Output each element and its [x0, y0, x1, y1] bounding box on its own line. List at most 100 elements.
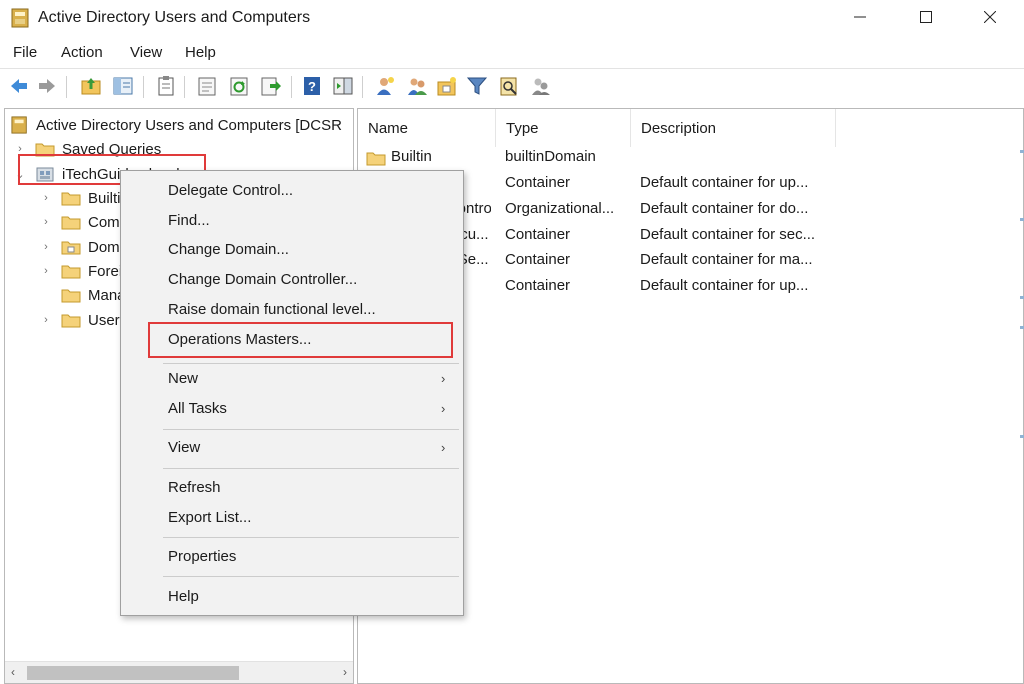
back-arrow-icon[interactable] — [8, 75, 30, 97]
ou-folder-icon — [61, 241, 81, 255]
chevron-right-icon[interactable]: › — [39, 191, 53, 205]
menu-item-label: Operations Masters... — [168, 331, 312, 348]
edge-marker — [1020, 296, 1024, 299]
menu-item-view[interactable]: View › — [121, 435, 463, 461]
menu-separator — [163, 363, 459, 364]
chevron-right-icon[interactable]: › — [13, 142, 27, 156]
menu-item-all-tasks[interactable]: All Tasks › — [121, 396, 463, 422]
row-description: Default container for sec... — [640, 226, 816, 243]
scroll-left-icon[interactable]: ‹ — [11, 665, 15, 679]
scrollbar-thumb[interactable] — [27, 666, 239, 680]
chevron-right-icon[interactable]: › — [39, 313, 53, 327]
row-type: Container — [505, 277, 571, 294]
title-bar: Active Directory Users and Computers — [0, 0, 1024, 38]
menu-item-find[interactable]: Find... — [121, 208, 463, 234]
folder-icon — [35, 143, 55, 157]
horizontal-scrollbar[interactable]: ‹ › — [5, 661, 353, 683]
chevron-right-icon: › — [441, 440, 446, 455]
menu-item-help[interactable]: Help — [121, 584, 463, 610]
chevron-right-icon[interactable]: › — [39, 215, 53, 229]
menu-item-label: Help — [168, 588, 199, 605]
maximize-icon — [920, 11, 932, 23]
toolbar-separator — [143, 76, 144, 98]
action-pane-icon[interactable] — [332, 75, 354, 97]
toolbar: ? — [0, 68, 1024, 104]
new-user-icon[interactable] — [374, 75, 396, 97]
chevron-right-icon[interactable]: › — [39, 240, 53, 254]
menu-item-label: Export List... — [168, 509, 252, 526]
edge-marker — [1020, 218, 1024, 221]
menu-item-label: All Tasks — [168, 400, 227, 417]
toolbar-separator — [291, 76, 292, 98]
folder-icon — [61, 192, 81, 206]
close-button[interactable] — [960, 0, 1020, 34]
menu-item-label: Change Domain Controller... — [168, 271, 358, 288]
column-header-description[interactable]: Description — [631, 109, 836, 147]
column-header-name[interactable]: Name — [358, 109, 496, 147]
filter-icon[interactable] — [466, 75, 488, 97]
menu-item-export-list[interactable]: Export List... — [121, 505, 463, 531]
aduc-window: Active Directory Users and Computers Fil… — [0, 0, 1024, 684]
menu-item-change-domain-controller[interactable]: Change Domain Controller... — [121, 267, 463, 293]
new-ou-icon[interactable] — [436, 75, 458, 97]
edge-marker — [1020, 435, 1024, 438]
menu-file[interactable]: File — [13, 44, 37, 61]
row-description: Default container for up... — [640, 277, 809, 294]
domain-icon — [36, 167, 54, 182]
add-to-group-icon[interactable] — [530, 75, 552, 97]
menu-separator — [163, 576, 459, 577]
menu-item-delegate-control[interactable]: Delegate Control... — [121, 178, 463, 204]
menu-item-operations-masters[interactable]: Operations Masters... — [121, 327, 463, 353]
minimize-icon — [854, 16, 866, 18]
properties-icon[interactable] — [196, 75, 218, 97]
tree-root[interactable]: Active Directory Users and Computers [DC… — [11, 113, 342, 137]
list-row[interactable]: Builtin builtinDomain — [358, 145, 1023, 171]
menu-item-label: Delegate Control... — [168, 182, 294, 199]
app-icon — [11, 8, 29, 28]
menu-separator — [163, 429, 459, 430]
tree-item-saved-queries[interactable]: › Saved Queries — [13, 137, 161, 161]
menu-item-change-domain[interactable]: Change Domain... — [121, 237, 463, 263]
column-header-type[interactable]: Type — [496, 109, 631, 147]
show-hide-tree-icon[interactable] — [112, 75, 134, 97]
menu-item-properties[interactable]: Properties — [121, 544, 463, 570]
menu-item-refresh[interactable]: Refresh — [121, 475, 463, 501]
toolbar-separator — [66, 76, 67, 98]
window-title: Active Directory Users and Computers — [38, 9, 311, 26]
row-type: builtinDomain — [505, 148, 596, 165]
menu-separator — [163, 537, 459, 538]
menu-item-label: Change Domain... — [168, 241, 289, 258]
context-menu: Delegate Control... Find... Change Domai… — [120, 170, 464, 616]
chevron-right-icon: › — [441, 401, 446, 416]
menu-item-label: New — [168, 370, 199, 387]
menu-item-raise-functional-level[interactable]: Raise domain functional level... — [121, 297, 463, 323]
maximize-button[interactable] — [896, 0, 956, 34]
export-list-icon[interactable] — [260, 75, 282, 97]
tree-item-builtin[interactable]: › Builtin — [39, 186, 129, 210]
close-icon — [984, 11, 996, 23]
chevron-down-icon[interactable]: ⌄ — [13, 167, 27, 181]
menu-view[interactable]: View — [130, 44, 162, 61]
menu-item-new[interactable]: New › — [121, 366, 463, 392]
refresh-icon[interactable] — [228, 75, 250, 97]
minimize-button[interactable] — [830, 0, 890, 34]
chevron-right-icon: › — [441, 371, 446, 386]
toolbar-separator — [184, 76, 185, 98]
menu-bar: File Action View Help — [0, 40, 1024, 66]
menu-item-label: Raise domain functional level... — [168, 301, 376, 318]
find-icon[interactable] — [498, 75, 520, 97]
menu-action[interactable]: Action — [61, 44, 103, 61]
row-type: Container — [505, 174, 571, 191]
edge-marker — [1020, 150, 1024, 153]
menu-help[interactable]: Help — [185, 44, 216, 61]
scroll-right-icon[interactable]: › — [343, 665, 347, 679]
folder-icon — [61, 289, 81, 303]
tree-item-users[interactable]: › Users — [39, 308, 127, 332]
up-folder-icon[interactable] — [80, 75, 102, 97]
clipboard-icon[interactable] — [155, 75, 177, 97]
new-group-icon[interactable] — [406, 75, 428, 97]
chevron-right-icon[interactable]: › — [39, 264, 53, 278]
row-name: Builtin — [391, 148, 432, 165]
help-icon[interactable]: ? — [301, 75, 323, 97]
forward-arrow-icon[interactable] — [36, 75, 58, 97]
